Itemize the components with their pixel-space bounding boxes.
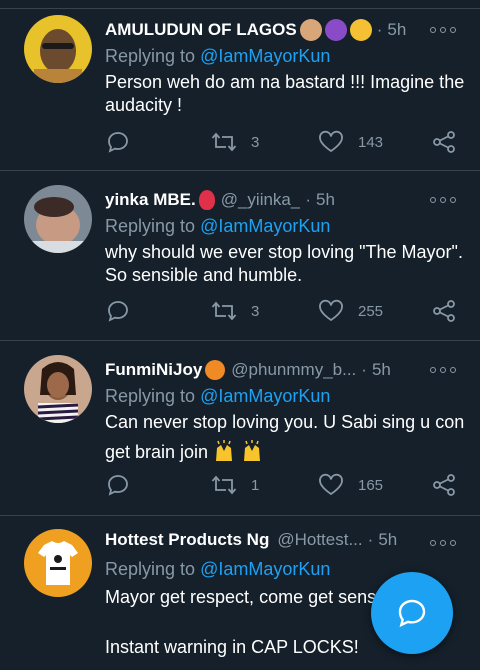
separator-dot: · [376, 20, 383, 39]
replying-to: Replying to @IamMayorKun [105, 559, 330, 580]
replying-label: Replying to [105, 386, 201, 406]
like-button[interactable]: 143 [318, 130, 383, 154]
user-handle[interactable]: @_yiinka_ [221, 190, 301, 210]
raised-hands-emoji [216, 440, 261, 461]
like-count: 255 [358, 302, 384, 320]
share-icon [433, 474, 455, 496]
share-button[interactable] [432, 299, 456, 323]
replying-to: Replying to @IamMayorKun [105, 46, 330, 67]
timestamp[interactable]: 5h [387, 20, 406, 40]
tweet-actions: 3 255 [0, 299, 480, 327]
heart-icon [319, 130, 343, 153]
retweet-count: 3 [251, 133, 260, 151]
avatar[interactable] [24, 185, 92, 253]
timestamp[interactable]: 5h [372, 360, 391, 380]
mention-link[interactable]: @IamMayorKun [200, 386, 330, 406]
replying-label: Replying to [105, 559, 201, 579]
more-options-icon[interactable] [430, 535, 456, 551]
retweet-icon [211, 301, 237, 321]
share-button[interactable] [432, 473, 456, 497]
mention-link[interactable]: @IamMayorKun [200, 559, 330, 579]
timestamp[interactable]: 5h [378, 530, 397, 550]
tweet-text-line: audacity ! [105, 95, 183, 115]
reply-icon [108, 301, 128, 322]
lollipop-emoji [205, 360, 226, 380]
user-handle[interactable]: @phunmmy_b... [231, 360, 356, 380]
reply-bubble-icon [398, 599, 426, 628]
replying-to: Replying to @IamMayorKun [105, 216, 330, 237]
heart-eyes-emoji [349, 19, 372, 41]
tweet-text-line: So sensible and humble. [105, 265, 303, 285]
tweet-text: why should we ever stop loving "The Mayo… [105, 241, 465, 287]
retweet-count: 3 [251, 302, 260, 320]
heart-icon [319, 299, 343, 322]
separator-dot: · [361, 360, 367, 379]
avatar[interactable] [24, 15, 92, 83]
avatar[interactable] [24, 529, 92, 597]
separator-dot: · [305, 190, 312, 209]
reply-icon [108, 475, 128, 496]
share-icon [433, 300, 455, 322]
replying-label: Replying to [105, 46, 201, 66]
tweet-text-line: Person weh do am na bastard !!! Imagine … [105, 72, 465, 92]
more-options-icon[interactable] [430, 192, 456, 208]
heart-icon [319, 473, 343, 496]
display-name[interactable]: AMULUDUN OF LAGOS [105, 20, 297, 40]
user-handle[interactable]: @Hottest... [277, 530, 362, 550]
replying-to: Replying to @IamMayorKun [105, 386, 330, 407]
like-button[interactable]: 255 [318, 299, 383, 323]
reply-button[interactable] [106, 299, 130, 323]
retweet-button[interactable]: 1 [211, 473, 259, 497]
tweet-item[interactable]: FunmiNiJoy @phunmmy_b... · 5h Replying t… [0, 340, 480, 516]
retweet-count: 1 [251, 476, 260, 494]
tweet-actions: 3 143 [0, 130, 480, 158]
like-count: 165 [358, 476, 384, 494]
tweet-text: Person weh do am na bastard !!! Imagine … [105, 71, 465, 117]
raised-fist-emoji [299, 19, 322, 41]
like-button[interactable]: 165 [318, 473, 383, 497]
compose-reply-button[interactable] [371, 572, 453, 654]
like-count: 143 [358, 133, 384, 151]
mention-link[interactable]: @IamMayorKun [200, 216, 330, 236]
replying-label: Replying to [105, 216, 201, 236]
tweet-text-line: why should we ever stop loving "The Mayo… [105, 242, 463, 262]
reply-button[interactable] [106, 473, 130, 497]
retweet-icon [211, 475, 237, 495]
tweet-item[interactable]: yinka MBE. @_yiinka_ · 5h Replying to @I… [0, 170, 480, 341]
mention-link[interactable]: @IamMayorKun [200, 46, 330, 66]
retweet-icon [211, 132, 237, 152]
retweet-button[interactable]: 3 [211, 299, 259, 323]
smiling-devil-emoji [324, 19, 347, 41]
tweet-actions: 1 165 [0, 473, 480, 501]
share-button[interactable] [432, 130, 456, 154]
separator-dot: · [367, 530, 374, 549]
retweet-button[interactable]: 3 [211, 130, 259, 154]
balloon-emoji [198, 190, 215, 210]
display-name[interactable]: yinka MBE. [105, 190, 196, 210]
tweet-text-line-wrap: get brain join [105, 439, 465, 464]
timestamp[interactable]: 5h [316, 190, 335, 210]
display-name[interactable]: FunmiNiJoy [105, 360, 202, 380]
avatar[interactable] [24, 355, 92, 423]
tweet-text-line: get brain join [105, 442, 209, 462]
display-name[interactable]: Hottest Products Ng [105, 530, 269, 550]
more-options-icon[interactable] [430, 22, 456, 38]
reply-icon [108, 132, 128, 153]
more-options-icon[interactable] [430, 362, 456, 378]
reply-button[interactable] [106, 130, 130, 154]
tweet-item[interactable]: AMULUDUN OF LAGOS · 5h Replying to @IamM… [0, 0, 480, 171]
tweet-text: Can never stop loving you. U Sabi sing u… [105, 411, 465, 464]
share-icon [433, 131, 455, 153]
tweet-text-line: Can never stop loving you. U Sabi sing u… [105, 412, 465, 432]
